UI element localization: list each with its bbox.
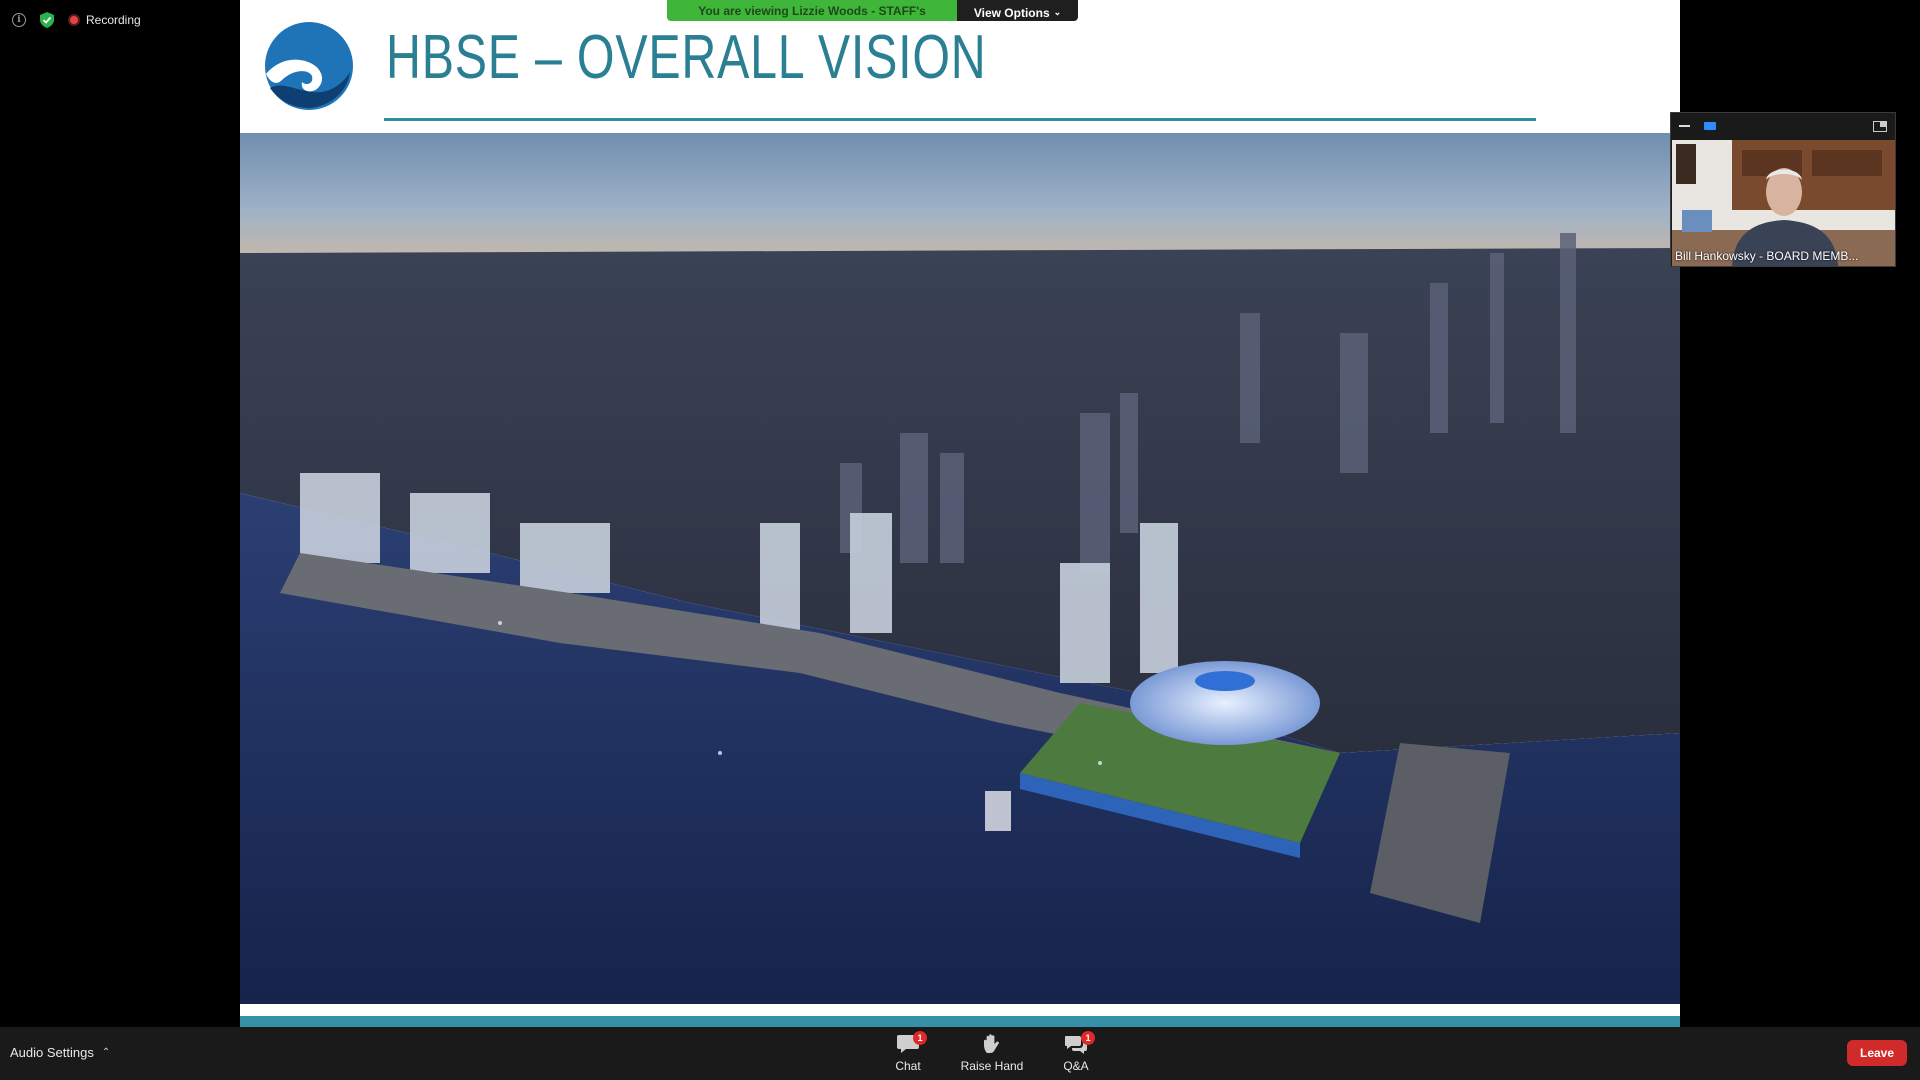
speaker-view-icon[interactable] <box>1704 122 1716 130</box>
slide-footer-bar <box>240 1016 1680 1027</box>
shared-screen-slide: HBSE – OVERALL VISION <box>240 0 1680 1027</box>
title-divider <box>384 118 1536 121</box>
info-icon[interactable]: i <box>12 13 26 27</box>
aerial-rendering-image <box>240 133 1680 1004</box>
chevron-down-icon: ⌄ <box>1053 7 1062 17</box>
meeting-controls-bar: Audio Settings ⌃ 1 Chat Raise Hand 1 Q&A… <box>0 1027 1920 1080</box>
video-toolbar <box>1671 113 1895 139</box>
participant-name: Bill Hankowsky - BOARD MEMB... <box>1675 249 1859 263</box>
screen-share-banner: You are viewing Lizzie Woods - STAFF's s… <box>667 0 1078 21</box>
chat-button[interactable]: 1 Chat <box>866 1031 950 1073</box>
qa-badge: 1 <box>1081 1031 1095 1045</box>
view-options-label: View Options <box>973 5 1050 20</box>
share-banner-text: You are viewing Lizzie Woods - STAFF's s… <box>667 0 957 21</box>
chat-badge: 1 <box>913 1031 927 1045</box>
qa-label: Q&A <box>1063 1059 1089 1073</box>
view-options-button[interactable]: View Options ⌄ <box>957 0 1078 21</box>
raise-hand-button[interactable]: Raise Hand <box>950 1033 1034 1073</box>
recording-label: Recording <box>86 13 141 27</box>
participant-video <box>1672 140 1895 266</box>
leave-button[interactable]: Leave <box>1847 1040 1907 1066</box>
layout-icon[interactable] <box>1873 120 1887 132</box>
shield-icon[interactable] <box>40 12 54 28</box>
record-icon <box>68 14 80 26</box>
recording-indicator[interactable]: Recording <box>68 13 141 27</box>
minimize-icon[interactable] <box>1679 125 1690 127</box>
chat-label: Chat <box>895 1059 921 1073</box>
slide-title: HBSE – OVERALL VISION <box>386 23 987 92</box>
wave-logo-icon <box>265 22 353 110</box>
raise-hand-label: Raise Hand <box>960 1059 1024 1073</box>
participant-video-tile[interactable]: Bill Hankowsky - BOARD MEMB... <box>1670 112 1896 267</box>
caret-up-icon[interactable]: ⌃ <box>102 1047 110 1058</box>
raise-hand-icon <box>984 1034 999 1053</box>
qa-button[interactable]: 1 Q&A <box>1034 1031 1118 1073</box>
audio-settings-button[interactable]: Audio Settings ⌃ <box>10 1045 110 1060</box>
meeting-status: i Recording <box>12 12 141 28</box>
center-controls: 1 Chat Raise Hand 1 Q&A <box>866 1031 1118 1073</box>
audio-settings-label: Audio Settings <box>10 1045 94 1060</box>
